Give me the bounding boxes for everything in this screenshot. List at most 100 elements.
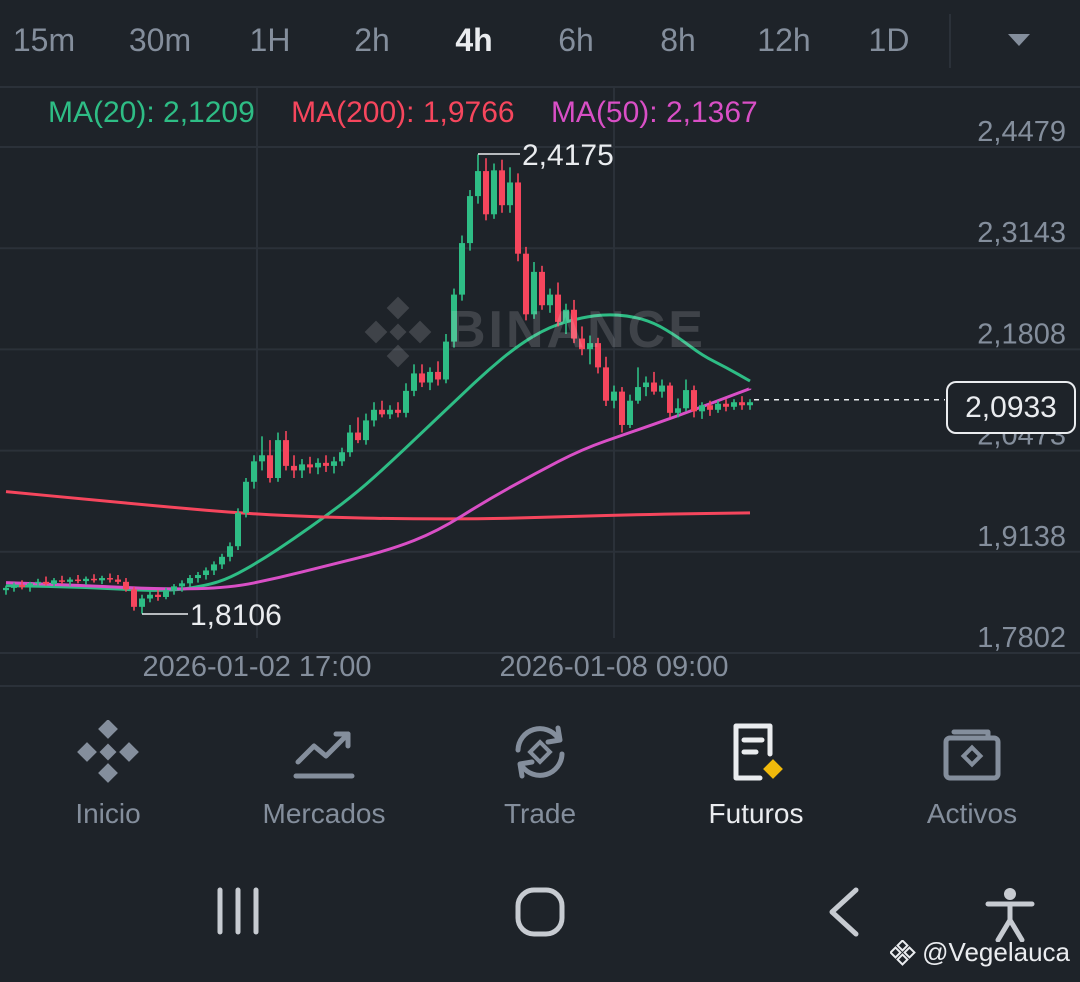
candle: [635, 367, 641, 404]
candle: [243, 478, 249, 518]
candle: [571, 299, 577, 344]
timeframe-6h[interactable]: 6h: [558, 22, 594, 59]
timeframe-bar: 15m 30m 1H 2h 4h 6h 8h 12h 1D: [0, 0, 1080, 88]
candle-body: [739, 402, 745, 406]
candle: [515, 173, 521, 262]
candle-body: [75, 579, 81, 582]
credit-watermark: @Vegelauca: [890, 937, 1070, 968]
candle-body: [187, 578, 193, 584]
candle: [387, 405, 393, 419]
timeframe-2h[interactable]: 2h: [354, 22, 390, 59]
candle: [667, 382, 673, 418]
timeframe-1h[interactable]: 1H: [250, 22, 291, 59]
candle-body: [747, 402, 753, 406]
timeframe-30m[interactable]: 30m: [129, 22, 191, 59]
candle: [491, 163, 497, 219]
candle: [651, 371, 657, 395]
nav-inicio[interactable]: Inicio: [0, 720, 216, 830]
candle-body: [171, 586, 177, 591]
candle: [147, 591, 153, 603]
candle: [75, 575, 81, 584]
candle-body: [507, 182, 513, 206]
bottom-nav: Inicio Mercados Trade Futuros Activos: [0, 690, 1080, 850]
candle: [731, 399, 737, 410]
timeframe-1d[interactable]: 1D: [869, 22, 910, 59]
candle: [531, 262, 537, 319]
candle: [131, 587, 137, 611]
candle: [99, 575, 105, 585]
candle-body: [267, 455, 273, 479]
price-chart[interactable]: 2,4175 1,8106 2,4479 2,3143 2,1808 2,0473 1,9…: [0, 86, 1080, 688]
candle: [403, 383, 409, 418]
candle-body: [675, 408, 681, 413]
candle: [683, 379, 689, 412]
candle-body: [635, 387, 641, 401]
binance-logo-icon: [77, 720, 139, 783]
binance-small-icon: [890, 939, 917, 966]
candle-body: [147, 594, 153, 599]
candle: [595, 337, 601, 374]
candle-body: [179, 583, 185, 587]
nav-futuros-label: Futuros: [708, 798, 804, 829]
candle-body: [3, 587, 9, 591]
chart-canvas: 2,41751,8106 2,44792,31432,18082,04731,9…: [0, 86, 1080, 687]
candle-body: [435, 371, 441, 380]
credit-text: @Vegelauca: [922, 937, 1070, 967]
back-button[interactable]: [824, 886, 864, 943]
candle-body: [27, 583, 33, 588]
candle-body: [323, 462, 329, 466]
ma-legend: MA(20): 2,1209 MA(200): 1,9766 MA(50): 2…: [48, 96, 786, 130]
candle-body: [579, 338, 585, 350]
candle-body: [483, 171, 489, 215]
timeframe-divider: [949, 14, 951, 68]
candle-body: [643, 382, 649, 388]
nav-inicio-label: Inicio: [75, 798, 141, 829]
high-price-label: 2,4175: [522, 139, 614, 172]
candle: [107, 573, 113, 583]
nav-trade[interactable]: Trade: [432, 720, 648, 830]
timeframe-8h[interactable]: 8h: [660, 22, 696, 59]
timeframe-dropdown-icon[interactable]: [1008, 34, 1030, 46]
candle: [283, 431, 289, 471]
wallet-icon: [943, 729, 1001, 781]
candle: [627, 394, 633, 428]
candle: [427, 367, 433, 391]
nav-mercados[interactable]: Mercados: [216, 720, 432, 830]
home-button[interactable]: [514, 886, 566, 943]
candle-body: [443, 341, 449, 380]
back-chevron-icon: [829, 887, 859, 937]
candle: [475, 154, 481, 204]
candle: [115, 575, 121, 585]
trade-swap-icon: [515, 725, 565, 779]
candle: [459, 235, 465, 301]
candle: [83, 576, 89, 585]
candle-body: [163, 590, 169, 597]
timeframe-4h[interactable]: 4h: [455, 22, 492, 59]
y-axis-label: 2,1808: [977, 318, 1066, 350]
nav-futuros[interactable]: Futuros: [648, 720, 864, 830]
candle-body: [627, 400, 633, 425]
candle-body: [619, 391, 625, 425]
y-axis-label: 2,3143: [977, 217, 1066, 249]
nav-activos[interactable]: Activos: [864, 720, 1080, 830]
candle-body: [475, 171, 481, 197]
candle: [499, 159, 505, 213]
candle-body: [243, 481, 249, 513]
candle-body: [155, 594, 161, 597]
candle-body: [139, 598, 145, 607]
candle-body: [211, 564, 217, 571]
recent-apps-button[interactable]: [214, 886, 264, 941]
candle-body: [683, 390, 689, 409]
timeframe-12h[interactable]: 12h: [757, 22, 810, 59]
y-axis-label: 1,7802: [977, 622, 1066, 654]
futures-doc-icon: [733, 723, 783, 781]
candle-body: [555, 294, 561, 322]
candle: [411, 364, 417, 397]
timeframe-15m[interactable]: 15m: [13, 22, 75, 59]
candle: [219, 553, 225, 569]
candle-body: [371, 409, 377, 421]
y-axis-label: 2,4479: [977, 116, 1066, 148]
candle: [315, 458, 321, 475]
candle: [539, 265, 545, 310]
candle-body: [107, 578, 113, 580]
